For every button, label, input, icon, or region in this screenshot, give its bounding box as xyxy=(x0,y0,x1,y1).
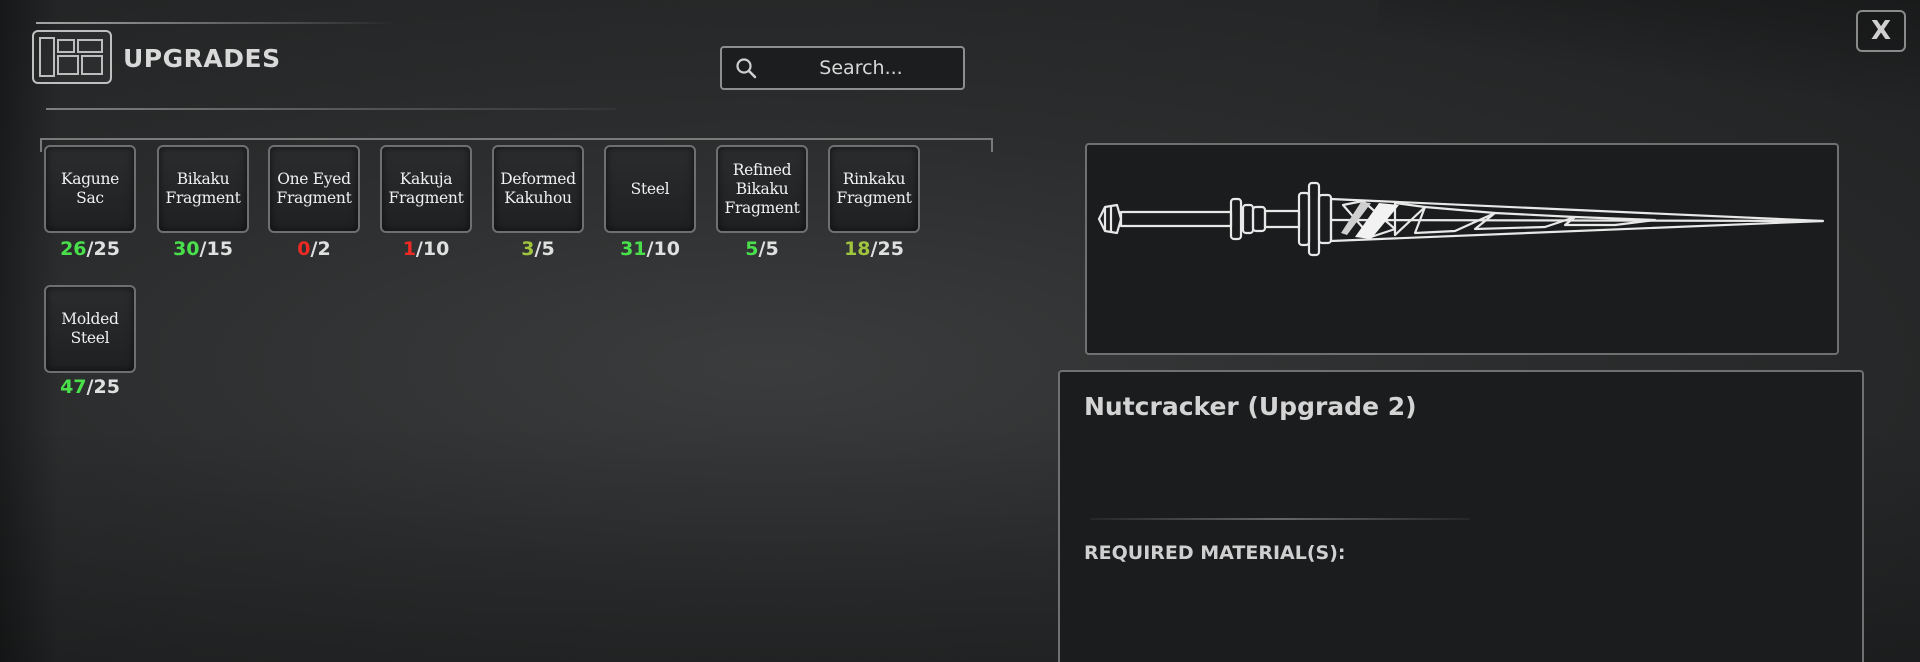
page-title: UPGRADES xyxy=(123,44,281,73)
weapon-name: Nutcracker (Upgrade 2) xyxy=(1084,392,1417,421)
material-count: 18/25 xyxy=(828,238,920,260)
material-count: 3/5 xyxy=(492,238,584,260)
close-icon: X xyxy=(1870,16,1892,46)
material-name: Rinkaku Fragment xyxy=(836,170,912,207)
material-name: Molded Steel xyxy=(61,310,119,347)
material-owned: 26 xyxy=(60,238,87,260)
search-box[interactable] xyxy=(720,46,965,90)
material-count: 1/10 xyxy=(380,238,472,260)
weapon-detail-panel: Nutcracker (Upgrade 2) REQUIRED MATERIAL… xyxy=(1058,370,1864,662)
material-tile-one-eyed-fragment[interactable]: One Eyed Fragment xyxy=(268,145,360,233)
search-input[interactable] xyxy=(766,54,956,82)
material-name: Kakuja Fragment xyxy=(388,170,464,207)
material-count: 31/10 xyxy=(604,238,696,260)
material-required: /25 xyxy=(86,376,120,398)
material-required: /5 xyxy=(758,238,779,260)
material-owned: 30 xyxy=(173,238,200,260)
material-tile-molded-steel[interactable]: Molded Steel xyxy=(44,285,136,373)
material-name: Kagune Sac xyxy=(60,170,120,207)
material-owned: 47 xyxy=(60,376,87,398)
material-count: 47/25 xyxy=(44,376,136,398)
material-count: 5/5 xyxy=(716,238,808,260)
material-name: Deformed Kakuhou xyxy=(500,170,576,207)
material-required: /25 xyxy=(870,238,904,260)
background-beam xyxy=(1374,0,1920,122)
material-tile-bikaku-fragment[interactable]: Bikaku Fragment xyxy=(157,145,249,233)
weapon-preview-panel xyxy=(1085,143,1839,355)
material-required: /15 xyxy=(199,238,233,260)
material-owned: 5 xyxy=(745,238,759,260)
material-owned: 1 xyxy=(402,238,416,260)
material-owned: 31 xyxy=(620,238,647,260)
close-button[interactable]: X xyxy=(1856,10,1906,52)
material-count: 0/2 xyxy=(268,238,360,260)
header-top-line xyxy=(36,22,396,24)
required-materials-label: REQUIRED MATERIAL(S): xyxy=(1084,542,1346,564)
header-bottom-line xyxy=(46,108,616,110)
material-required: /5 xyxy=(534,238,555,260)
blueprint-icon xyxy=(32,30,112,84)
material-tile-deformed-kakuhou[interactable]: Deformed Kakuhou xyxy=(492,145,584,233)
material-owned: 0 xyxy=(297,238,311,260)
material-required: /10 xyxy=(646,238,680,260)
material-name: Bikaku Fragment xyxy=(165,170,241,207)
spear-weapon-icon xyxy=(1097,181,1825,257)
material-tile-kakuja-fragment[interactable]: Kakuja Fragment xyxy=(380,145,472,233)
search-icon xyxy=(736,58,757,79)
material-tile-steel[interactable]: Steel xyxy=(604,145,696,233)
material-name: Refined Bikaku Fragment xyxy=(724,160,800,217)
material-owned: 3 xyxy=(521,238,535,260)
material-count: 26/25 xyxy=(44,238,136,260)
material-name: Steel xyxy=(630,179,670,198)
material-required: /2 xyxy=(310,238,331,260)
material-required: /25 xyxy=(86,238,120,260)
material-count: 30/15 xyxy=(157,238,249,260)
detail-divider xyxy=(1090,518,1470,520)
material-required: /10 xyxy=(415,238,450,260)
material-owned: 18 xyxy=(844,238,871,260)
material-name: One Eyed Fragment xyxy=(276,170,352,207)
material-tile-kagune-sac[interactable]: Kagune Sac xyxy=(44,145,136,233)
material-tile-rinkaku-fragment[interactable]: Rinkaku Fragment xyxy=(828,145,920,233)
material-tile-refined-bikaku-fragment[interactable]: Refined Bikaku Fragment xyxy=(716,145,808,233)
